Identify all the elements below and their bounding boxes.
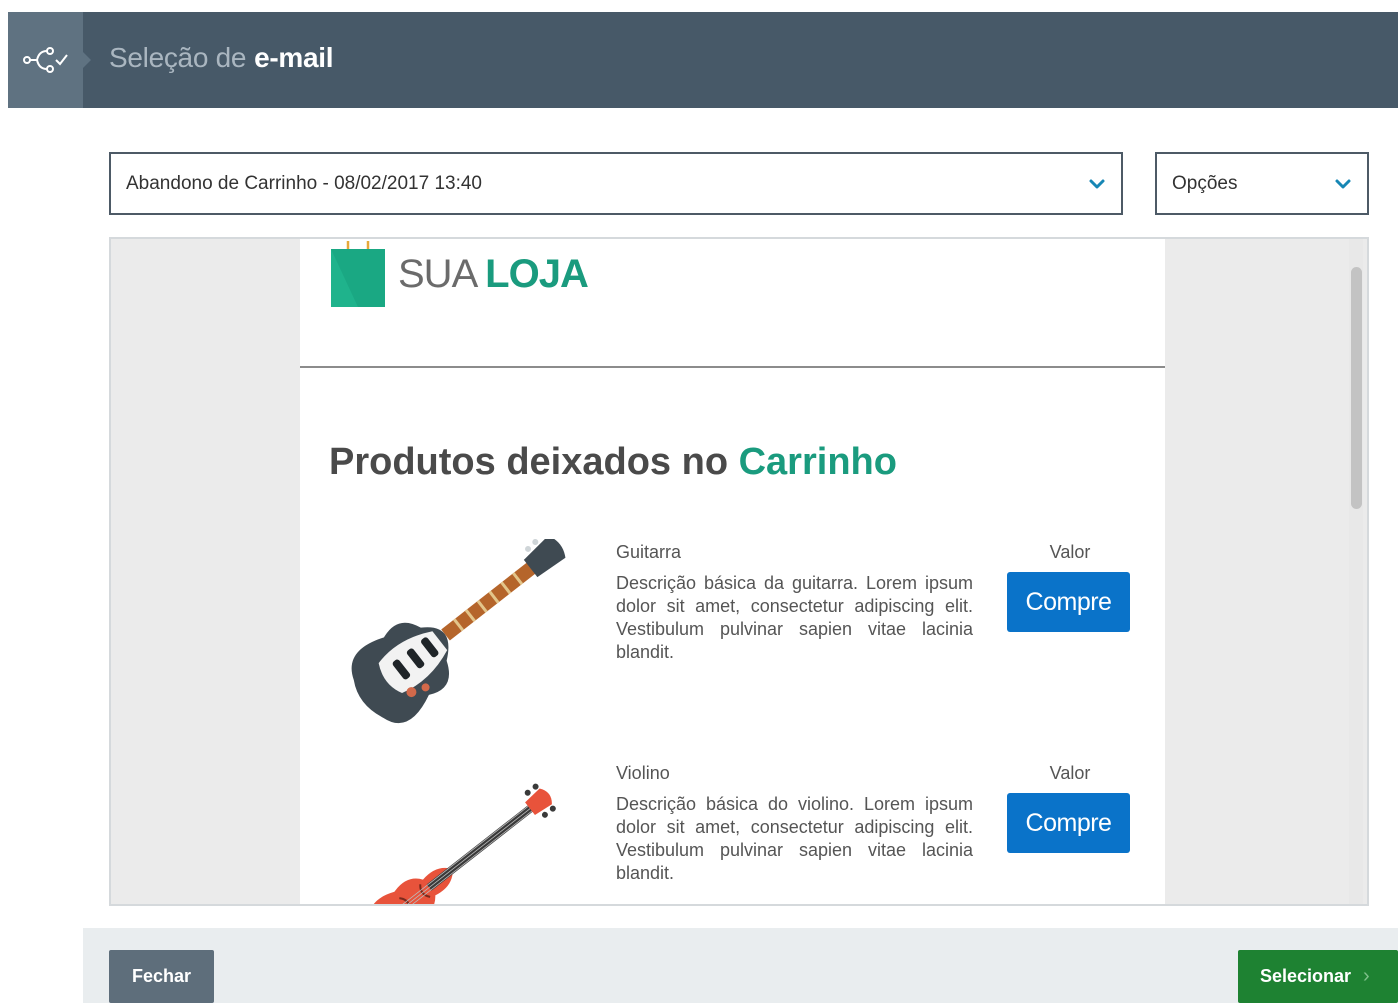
page-title-prefix: Seleção de — [109, 42, 247, 73]
select-button-label: Selecionar — [1260, 966, 1352, 986]
page-title-bold: e-mail — [254, 42, 334, 73]
buy-button[interactable]: Compre — [1007, 572, 1130, 632]
options-select[interactable]: Opções — [1155, 152, 1369, 215]
shopping-bag-icon — [331, 241, 385, 307]
chevron-right-icon: › — [1363, 965, 1370, 987]
email-template-select[interactable]: Abandono de Carrinho - 08/02/2017 13:40 — [109, 152, 1123, 215]
product-name: Guitarra — [616, 542, 682, 562]
options-select-value: Opções — [1172, 172, 1238, 194]
email-preview-pane[interactable]: SUA LOJA Produtos deixados no Carrinho G… — [109, 237, 1369, 906]
email-preview-content: SUA LOJA Produtos deixados no Carrinho G… — [300, 239, 1165, 904]
footer-bar — [83, 928, 1398, 1003]
divider — [300, 366, 1165, 368]
guitar-icon — [351, 539, 566, 724]
select-button[interactable]: Selecionar › — [1238, 950, 1398, 1003]
chevron-down-icon — [1335, 179, 1351, 189]
buy-button[interactable]: Compre — [1007, 793, 1130, 853]
email-headline-accent: Carrinho — [738, 441, 897, 483]
workflow-check-icon[interactable] — [8, 12, 91, 108]
email-template-select-value: Abandono de Carrinho - 08/02/2017 13:40 — [126, 172, 482, 194]
product-description: Descrição básica do violino. Lorem ipsum… — [616, 794, 973, 883]
email-headline-prefix: Produtos deixados no — [329, 441, 729, 483]
violin-icon — [369, 783, 556, 904]
store-logo-light: SUA — [398, 251, 476, 296]
close-button-label: Fechar — [131, 966, 192, 986]
product-item: Guitarra Descrição básica da guitarra. L… — [300, 539, 1165, 739]
email-headline: Produtos deixados no Carrinho — [329, 441, 897, 484]
email-selection-page: Seleção de e-mail Abandono de Carrinho - … — [0, 0, 1398, 1003]
store-logo-bold: LOJA — [485, 251, 589, 296]
preview-scrollbar-thumb[interactable] — [1351, 267, 1362, 509]
chevron-down-icon — [1089, 179, 1105, 189]
product-name: Violino — [616, 763, 670, 783]
product-value-label: Valor — [1049, 763, 1091, 783]
product-description: Descrição básica da guitarra. Lorem ipsu… — [616, 573, 973, 662]
store-logo: SUA LOJA — [330, 239, 589, 309]
close-button[interactable]: Fechar — [109, 950, 214, 1003]
page-title: Seleção de e-mail — [109, 42, 334, 74]
header-bar: Seleção de e-mail — [8, 12, 1398, 108]
store-logo-text: SUA LOJA — [398, 251, 589, 297]
product-value-label: Valor — [1049, 542, 1091, 562]
product-item: Violino Descrição básica do violino. Lor… — [300, 760, 1165, 904]
